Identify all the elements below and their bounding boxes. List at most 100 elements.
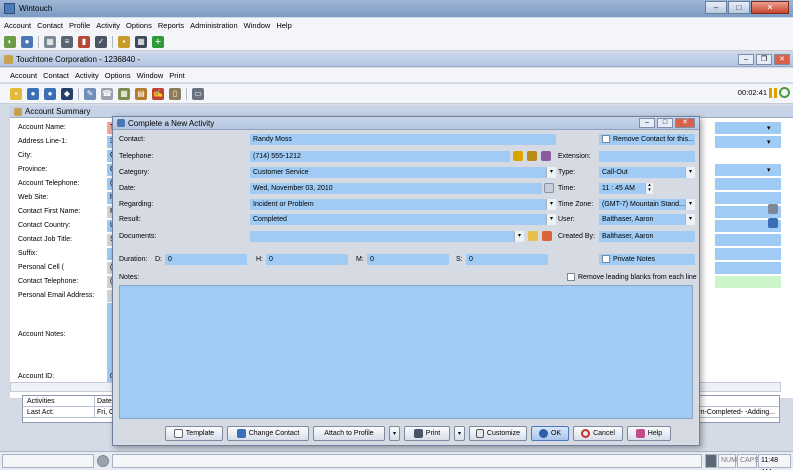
menu-profile[interactable]: Profile (69, 21, 90, 30)
date-field[interactable]: Wed, November 03, 2010 (250, 183, 542, 194)
maximize-button[interactable]: □ (728, 1, 750, 14)
submenu-window[interactable]: Window (137, 71, 164, 80)
remove-blanks-checkbox[interactable]: Remove leading blanks from each line (567, 272, 697, 283)
attach-profile-button[interactable]: Attach to Profile (313, 426, 385, 441)
right-field[interactable] (715, 136, 781, 148)
activities-header[interactable]: Activities (23, 396, 95, 406)
chevron-down-icon[interactable]: ▾ (546, 214, 556, 225)
dialog-minimize-button[interactable]: – (639, 118, 655, 128)
right-field[interactable] (715, 248, 781, 260)
close-button[interactable]: ✕ (751, 1, 789, 14)
documents-select[interactable] (250, 231, 524, 242)
template-button[interactable]: Template (165, 426, 223, 441)
menu-reports[interactable]: Reports (158, 21, 184, 30)
remove-contact-checkbox[interactable]: Remove Contact for this... (599, 134, 695, 145)
edit-icon[interactable] (768, 204, 778, 214)
keyboard-icon[interactable]: ▭ (192, 87, 204, 100)
add-person-icon[interactable]: ● (44, 87, 56, 100)
result-select[interactable]: Completed (250, 214, 556, 225)
submenu-print[interactable]: Print (169, 71, 184, 80)
checkbox-icon[interactable] (567, 273, 575, 282)
attach-profile-dropdown[interactable]: ▾ (389, 426, 400, 441)
print-dropdown[interactable]: ▾ (454, 426, 465, 441)
private-notes-checkbox[interactable]: Private Notes (599, 254, 695, 265)
checklist-icon[interactable]: ✓ (95, 35, 107, 48)
open-folder-icon[interactable] (528, 231, 538, 241)
right-field[interactable] (715, 122, 781, 134)
menu-options[interactable]: Options (126, 21, 152, 30)
type-select[interactable]: Call-Out (599, 167, 695, 178)
chevron-down-icon[interactable]: ▾ (685, 199, 695, 210)
calendar-icon[interactable] (544, 183, 554, 193)
edit-icon[interactable]: ✎ (84, 87, 96, 100)
contact-field[interactable]: Randy Moss (250, 134, 556, 145)
dropdown-arrow-icon[interactable]: ▾ (767, 166, 771, 174)
sub-close-button[interactable]: ✕ (774, 54, 790, 65)
chart-icon[interactable]: ▮ (78, 35, 90, 48)
dropdown-arrow-icon[interactable]: ▾ (767, 124, 771, 132)
right-field[interactable] (715, 178, 781, 190)
phone-icon[interactable] (513, 151, 523, 161)
right-field[interactable] (715, 262, 781, 274)
submenu-account[interactable]: Account (10, 71, 37, 80)
chevron-down-icon[interactable]: ▾ (514, 231, 524, 242)
timezone-select[interactable]: (GMT-7) Mountain Stand... (599, 199, 695, 210)
dropdown-arrow-icon[interactable]: ▾ (767, 138, 771, 146)
person-icon[interactable]: ● (27, 87, 39, 100)
customize-button[interactable]: Customize (469, 426, 527, 441)
dial-icon[interactable] (527, 151, 537, 161)
book-icon[interactable]: ▯ (169, 87, 181, 100)
right-green-field[interactable] (715, 276, 781, 288)
hours-field[interactable]: 0 (266, 254, 348, 265)
calendar-icon[interactable]: ▦ (118, 87, 130, 100)
chevron-down-icon[interactable]: ▾ (685, 214, 695, 225)
checkbox-icon[interactable] (602, 135, 610, 144)
pause-icon[interactable] (769, 88, 777, 98)
checkbox-icon[interactable] (602, 255, 610, 264)
submenu-options[interactable]: Options (105, 71, 131, 80)
days-field[interactable]: 0 (165, 254, 247, 265)
user-select[interactable]: Balthaser, Aaron (599, 214, 695, 225)
menu-account[interactable]: Account (4, 21, 31, 30)
open-folder-icon[interactable]: ▪ (10, 87, 22, 100)
time-field[interactable]: 11 : 45 AM (599, 183, 649, 194)
chevron-down-icon[interactable]: ▾ (546, 167, 556, 178)
extension-field[interactable] (599, 151, 695, 162)
submenu-activity[interactable]: Activity (75, 71, 99, 80)
accounts-icon[interactable]: ◐ (4, 35, 16, 48)
menu-activity[interactable]: Activity (96, 21, 120, 30)
dialog-close-button[interactable]: ✕ (675, 118, 695, 128)
print-button[interactable]: Print (404, 426, 450, 441)
right-field[interactable] (715, 234, 781, 246)
phone-icon[interactable]: ☎ (101, 87, 113, 100)
change-contact-button[interactable]: Change Contact (227, 426, 309, 441)
seconds-field[interactable]: 0 (466, 254, 548, 265)
sub-minimize-button[interactable]: – (738, 54, 754, 65)
chevron-down-icon[interactable]: ▾ (546, 199, 556, 210)
menu-administration[interactable]: Administration (190, 21, 238, 30)
notes-textarea[interactable] (119, 285, 693, 419)
ok-button[interactable]: OK (531, 426, 569, 441)
menu-help[interactable]: Help (276, 21, 291, 30)
dialog-maximize-button[interactable]: □ (657, 118, 673, 128)
sub-restore-button[interactable]: ❐ (756, 54, 772, 65)
minutes-field[interactable]: 0 (367, 254, 449, 265)
refresh-icon[interactable] (779, 87, 790, 98)
person-settings-icon[interactable]: ◆ (61, 87, 73, 100)
help-button[interactable]: Help (627, 426, 671, 441)
write-icon[interactable]: ✍ (152, 87, 164, 100)
telephone-field[interactable]: (714) 555-1212 (250, 151, 510, 162)
cancel-button[interactable]: Cancel (573, 426, 623, 441)
log-call-icon[interactable] (541, 151, 551, 161)
category-select[interactable]: Customer Service (250, 167, 556, 178)
attach-document-icon[interactable] (542, 231, 552, 241)
contacts-icon[interactable]: ● (21, 35, 33, 48)
chevron-down-icon[interactable]: ▾ (685, 167, 695, 178)
grid-icon[interactable]: ▦ (44, 35, 56, 48)
right-field[interactable] (715, 192, 781, 204)
folder-icon[interactable]: ▪ (118, 35, 130, 48)
regarding-select[interactable]: Incident or Problem (250, 199, 556, 210)
time-spinner-icon[interactable]: ▴ ▾ (645, 183, 653, 194)
right-field[interactable] (715, 164, 781, 176)
add-icon[interactable]: + (152, 35, 164, 48)
